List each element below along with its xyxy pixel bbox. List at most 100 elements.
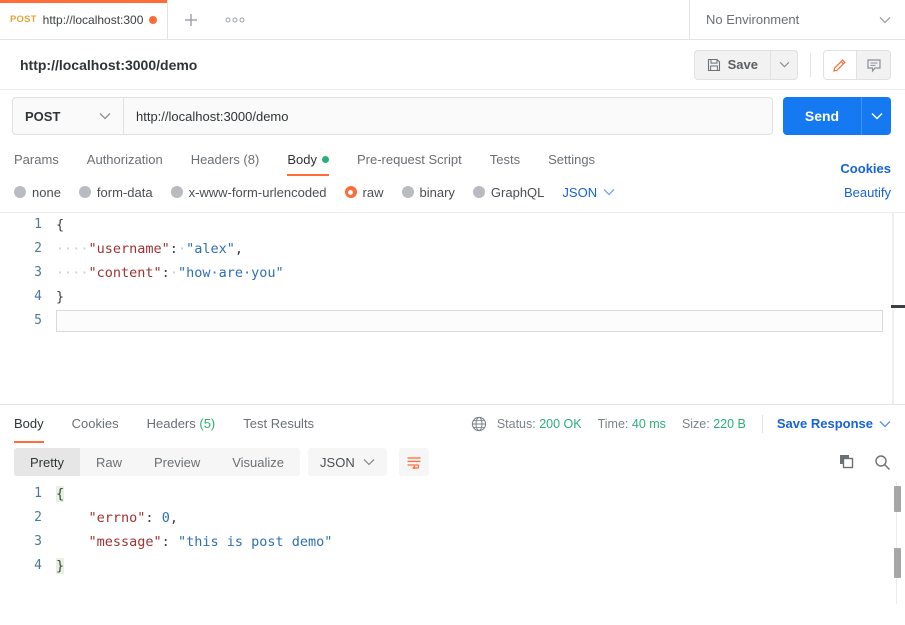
- line-text: }: [56, 289, 65, 305]
- editor-scrollbar[interactable]: [893, 213, 905, 404]
- tab-tests[interactable]: Tests: [476, 142, 534, 176]
- url-input[interactable]: http://localhost:3000/demo: [124, 97, 773, 135]
- body-type-graphql[interactable]: GraphQL: [472, 185, 544, 200]
- request-tab-url: http://localhost:3000/: [42, 12, 143, 27]
- tab-options-button[interactable]: [214, 0, 256, 39]
- response-tab-headers-label: Headers (5): [146, 416, 216, 431]
- body-present-dot-icon: [321, 155, 329, 163]
- response-tool-icons: [839, 454, 891, 471]
- chevron-down-icon: [779, 61, 789, 68]
- save-response-label: Save Response: [776, 416, 873, 431]
- tab-pre-request-script[interactable]: Pre-request Script: [343, 142, 476, 176]
- status-value: 200 OK: [539, 416, 582, 431]
- request-code: 1 { 2 ····"username":·"alex", 3 ····"con…: [0, 213, 905, 333]
- code-line: 2 "errno": 0,: [0, 506, 905, 530]
- comment-icon: [866, 58, 881, 73]
- response-scrollbar-thumb-2[interactable]: [894, 548, 901, 578]
- response-tab-cookies[interactable]: Cookies: [58, 405, 133, 443]
- search-icon[interactable]: [874, 454, 891, 471]
- view-mode-visualize[interactable]: Visualize: [216, 448, 300, 476]
- line-number: 1: [34, 486, 42, 501]
- response-language-selector[interactable]: JSON: [308, 448, 387, 476]
- save-disk-icon: [707, 58, 720, 71]
- copy-icon[interactable]: [839, 454, 856, 471]
- more-dots-icon: [225, 17, 245, 22]
- tab-bar-filler: [256, 0, 690, 39]
- request-tab-method: POST: [10, 14, 37, 25]
- body-type-row: none form-data x-www-form-urlencoded raw…: [0, 176, 905, 208]
- http-method-selector[interactable]: POST: [12, 97, 124, 135]
- chevron-down-icon: [879, 420, 891, 427]
- tab-body[interactable]: Body: [273, 142, 343, 176]
- response-tab-body[interactable]: Body: [14, 405, 58, 443]
- body-type-binary-label: binary: [419, 184, 455, 200]
- url-bar: POST http://localhost:3000/demo Send: [0, 90, 905, 142]
- tab-body-label: Body: [287, 151, 317, 167]
- request-name-bar: http://localhost:3000/demo Save: [0, 40, 905, 90]
- comments-button[interactable]: [857, 49, 891, 80]
- response-body-viewer[interactable]: 1 { 2 "errno": 0, 3 "message": "this is …: [0, 482, 905, 604]
- line-text: "message": "this is post demo": [88, 534, 333, 550]
- save-button-label: Save: [727, 57, 758, 72]
- code-line: 1 {: [0, 213, 905, 237]
- request-tab[interactable]: POST http://localhost:3000/: [0, 0, 168, 39]
- body-type-form-data[interactable]: form-data: [78, 185, 153, 200]
- view-mode-raw[interactable]: Raw: [80, 448, 138, 476]
- tab-headers[interactable]: Headers (8): [177, 142, 274, 176]
- body-type-binary[interactable]: binary: [401, 184, 455, 200]
- cookies-link[interactable]: Cookies: [840, 161, 891, 176]
- active-line-highlight: [56, 310, 883, 332]
- response-code: 1 { 2 "errno": 0, 3 "message": "this is …: [0, 482, 905, 578]
- word-wrap-button[interactable]: [398, 448, 429, 476]
- tab-authorization[interactable]: Authorization: [73, 142, 177, 176]
- environment-label: No Environment: [706, 12, 800, 27]
- save-options-button[interactable]: [770, 49, 798, 80]
- line-text: ····"content":·"how·are·you": [56, 265, 284, 281]
- view-mode-preview[interactable]: Preview: [138, 448, 216, 476]
- tab-headers-label: Headers (8): [190, 151, 260, 167]
- send-button[interactable]: Send: [783, 97, 861, 135]
- response-tab-body-label: Body: [14, 416, 44, 431]
- tab-tests-label: Tests: [489, 151, 521, 167]
- size-badge: Size: 220 B: [682, 417, 746, 431]
- response-tab-headers[interactable]: Headers (5): [133, 405, 230, 443]
- save-button[interactable]: Save: [693, 49, 770, 80]
- code-line: 3 "message": "this is post demo": [0, 530, 905, 554]
- time-value: 40 ms: [631, 416, 666, 431]
- line-text: {: [56, 486, 65, 502]
- save-response-button[interactable]: Save Response: [777, 416, 891, 431]
- unsaved-dot-icon: [149, 15, 157, 24]
- response-tab-test-results[interactable]: Test Results: [229, 405, 328, 443]
- size-value: 220 B: [713, 416, 746, 431]
- beautify-link[interactable]: Beautify: [844, 185, 891, 200]
- globe-icon: [471, 416, 486, 431]
- line-number: 2: [34, 241, 42, 256]
- response-scrollbar-thumb[interactable]: [894, 486, 901, 512]
- line-number: 5: [34, 313, 42, 328]
- view-mode-pretty[interactable]: Pretty: [14, 448, 80, 476]
- tab-settings-label: Settings: [548, 151, 596, 167]
- radio-icon: [401, 186, 414, 198]
- environment-selector[interactable]: No Environment: [690, 0, 905, 39]
- body-type-urlencoded[interactable]: x-www-form-urlencoded: [170, 185, 327, 200]
- body-type-none[interactable]: none: [14, 185, 61, 200]
- page-title: http://localhost:3000/demo: [20, 56, 198, 73]
- size-label: Size:: [681, 416, 710, 431]
- editor-resize-handle[interactable]: [891, 305, 905, 308]
- new-tab-button[interactable]: [168, 0, 214, 39]
- request-body-editor[interactable]: 1 { 2 ····"username":·"alex", 3 ····"con…: [0, 212, 905, 404]
- response-tab-cookies-label: Cookies: [71, 416, 119, 431]
- edit-request-button[interactable]: [823, 49, 857, 80]
- line-number: 2: [34, 510, 42, 525]
- response-language-label: JSON: [320, 454, 355, 470]
- line-text: }: [56, 558, 65, 574]
- body-type-raw[interactable]: raw: [344, 185, 384, 200]
- chevron-down-icon: [603, 189, 615, 196]
- send-options-button[interactable]: [861, 97, 891, 135]
- tab-settings[interactable]: Settings: [534, 142, 609, 176]
- radio-icon: [472, 186, 485, 198]
- tab-params[interactable]: Params: [14, 142, 73, 176]
- line-text: "errno": 0,: [88, 510, 178, 526]
- response-header: Body Cookies Headers (5) Test Results St…: [0, 404, 905, 443]
- body-language-selector[interactable]: JSON: [562, 185, 615, 200]
